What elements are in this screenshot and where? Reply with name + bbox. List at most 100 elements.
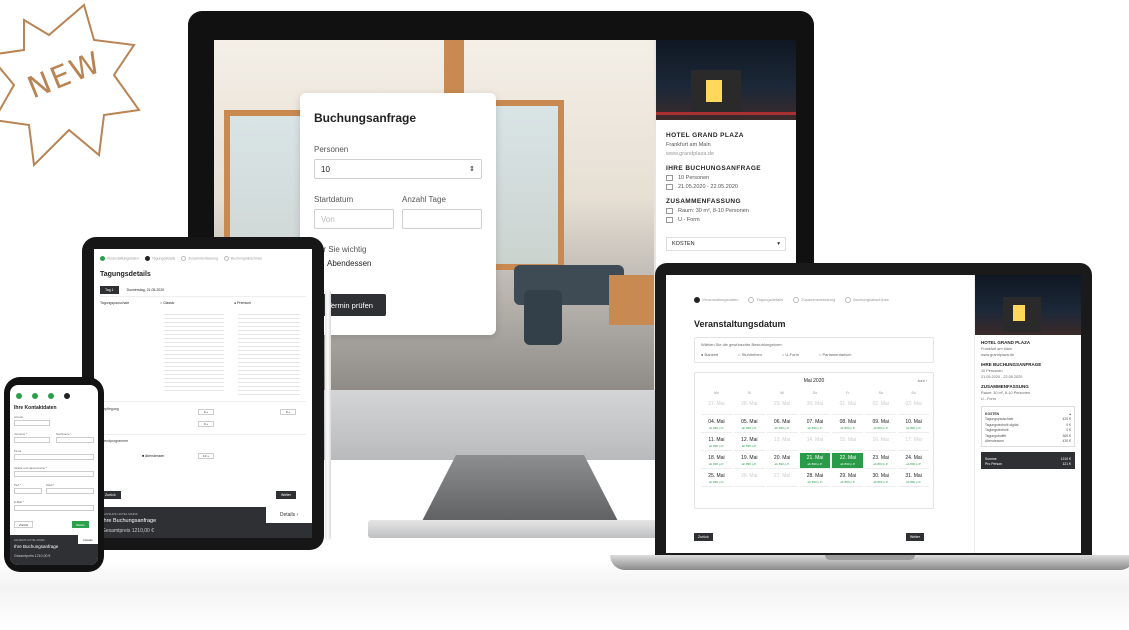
dinner-checkbox[interactable]: Abendessen (314, 259, 482, 268)
calendar-day[interactable]: 18. Mai ab 890 p.P. (701, 453, 732, 469)
radio-premium[interactable]: ● Premium (234, 301, 251, 305)
calendar-day[interactable]: 31. Mai ab 890 p.P. (898, 471, 929, 487)
phone-stepper (16, 393, 70, 399)
day-label: 18. Mai (708, 455, 725, 461)
days-input[interactable] (402, 209, 482, 229)
cost-row: Abendessen 430 € (985, 439, 1071, 443)
next-month-button[interactable]: Juni › (917, 378, 927, 383)
tablet-stepper: Veranstaltungsdaten Tagungsdetails Zusam… (100, 256, 262, 261)
calendar-day[interactable]: 30. Mai ab 890 p.P. (865, 471, 897, 487)
hotel-url[interactable]: www.grandplaza.de (666, 151, 786, 157)
dinner-checkbox[interactable]: ■ Abendessen (142, 454, 164, 458)
radio-parlamentarisch[interactable]: ○ Parlamentarisch (819, 352, 851, 357)
divider (100, 296, 306, 297)
back-button[interactable]: Zurück (694, 533, 713, 541)
floor-reflection (0, 560, 1129, 630)
calendar-day[interactable]: 08. Mai ab 890 p.P. (832, 417, 864, 433)
day-price: ab 890 p.P. (807, 462, 823, 466)
step-1[interactable]: Veranstaltungsdaten (100, 256, 139, 261)
step-4[interactable]: Buchungsabschluss (845, 297, 889, 303)
day-price: ab 890 p.P. (906, 462, 922, 466)
step-label: Veranstaltungsdaten (702, 297, 739, 303)
city-field[interactable] (46, 488, 94, 494)
next-button[interactable]: Weiter (72, 521, 89, 528)
important-label: Für Sie wichtig (314, 245, 367, 254)
day-label: 19. Mai (741, 455, 758, 461)
calendar-day: 29. Mai (766, 399, 798, 415)
calendar-day[interactable]: 11. Mai ab 890 p.P. (701, 435, 732, 451)
calendar-day[interactable]: 10. Mai ab 890 p.P. (898, 417, 929, 433)
next-button[interactable]: Weiter (906, 533, 925, 541)
calendar-day: 16. Mai (865, 435, 897, 451)
step-2[interactable]: Tagungsdetails (144, 256, 175, 261)
calendar-day[interactable]: 12. Mai ab 890 p.P. (733, 435, 765, 451)
quantity-stepper[interactable]: 0 + (280, 409, 296, 415)
calendar-day[interactable]: 09. Mai ab 890 p.P. (865, 417, 897, 433)
start-date-input[interactable]: Von (314, 209, 394, 229)
costs-dropdown[interactable]: KOSTEN ▾ (666, 237, 786, 251)
costs-panel[interactable]: KOSTEN ▴ Tagungspauschale 420 € Tagungstech… (981, 406, 1075, 447)
step-dot-icon[interactable] (48, 393, 54, 399)
calendar-day[interactable]: 07. Mai ab 890 p.P. (799, 417, 831, 433)
per-person-row: Pro Person 121 € (985, 462, 1071, 466)
step-4[interactable]: Buchungsabschluss (224, 256, 262, 261)
chevron-down-icon: ▾ (777, 241, 780, 247)
quantity-stepper[interactable]: 0 + (198, 421, 214, 427)
day-label: 26. Mai (741, 473, 758, 479)
footer-total: Gesamtpreis 1210,00 € (14, 554, 51, 558)
calendar-day[interactable]: 19. Mai ab 890 p.P. (733, 453, 765, 469)
zip-field[interactable] (14, 488, 42, 494)
persons-select[interactable]: 10 ⇕ (314, 159, 482, 179)
calendar-day[interactable]: 21. Mai ab 890 p.P. (799, 453, 831, 469)
salutation-select[interactable] (14, 420, 50, 426)
step-dot-icon[interactable] (32, 393, 38, 399)
hotel-image (656, 40, 796, 120)
hotel-city: Frankfurt am Main (666, 142, 711, 148)
radio-stuhlreihen[interactable]: ○ Stuhlreihen (738, 352, 762, 357)
lastname-label: Nachname * (56, 432, 72, 436)
calendar-day[interactable]: 24. Mai ab 890 p.P. (898, 453, 929, 469)
details-button[interactable]: Details (78, 535, 98, 544)
room-stool (524, 290, 562, 345)
hotel-url[interactable]: www.grandplaza.de (981, 353, 1075, 357)
calendar-day[interactable]: 22. Mai ab 890 p.P. (832, 453, 864, 469)
next-button[interactable]: Weiter (276, 491, 297, 499)
calendar-grid: Mo Di Mi Do Fr Sa So 27. Mai 28. Mai 29. Mai 30. M… (701, 391, 929, 487)
quantity-stepper[interactable]: 0 + (198, 409, 214, 415)
cost-label: Abendessen (985, 439, 1004, 443)
cost-row: Tagungstechnik digital 0 € (985, 423, 1071, 427)
radio-u-form[interactable]: ○ U-Form (782, 352, 799, 357)
company-field[interactable] (14, 454, 94, 460)
tab-date[interactable]: Donnerstag, 21.05.2020 (127, 288, 165, 292)
weekday-label: Mo (713, 391, 719, 395)
step-2[interactable]: Tagungsdetails (748, 297, 783, 303)
calendar-day[interactable]: 05. Mai ab 890 p.P. (733, 417, 765, 433)
calendar-day[interactable]: 28. Mai ab 890 p.P. (799, 471, 831, 487)
step-dot-icon[interactable] (64, 393, 70, 399)
email-field[interactable] (14, 505, 94, 511)
step-1[interactable]: Veranstaltungsdaten (694, 297, 738, 303)
calendar-day[interactable]: 04. Mai ab 890 p.P. (701, 417, 732, 433)
calendar-day[interactable]: 29. Mai ab 890 p.P. (832, 471, 864, 487)
calendar-day: 01. Mai (832, 399, 864, 415)
day-label: 08. Mai (839, 419, 857, 425)
radio-classic[interactable]: ○ Classic (160, 301, 174, 305)
step-3[interactable]: Zusammenfassung (793, 297, 835, 303)
step-3[interactable]: Zusammenfassung (181, 256, 218, 261)
tab-day-1[interactable]: Tag 1 (100, 286, 119, 294)
quantity-stepper[interactable]: 10 + (198, 453, 214, 459)
step-dot-icon[interactable] (16, 393, 22, 399)
day-price: ab 890 p.P. (840, 462, 856, 466)
calendar-day[interactable]: 06. Mai ab 890 p.P. (766, 417, 798, 433)
calendar-day[interactable]: 20. Mai ab 890 p.P. (766, 453, 798, 469)
option-label: U-Form (785, 352, 799, 357)
radio-bankett[interactable]: ● Bankett (701, 352, 718, 357)
lastname-field[interactable] (56, 437, 94, 443)
street-field[interactable] (14, 471, 94, 477)
calendar-day[interactable]: 25. Mai ab 890 p.P. (701, 471, 732, 487)
firstname-field[interactable] (14, 437, 50, 443)
step-label: Buchungsabschluss (231, 256, 263, 261)
back-button[interactable]: Zurück (14, 521, 34, 528)
details-button[interactable]: Details › (266, 507, 312, 523)
calendar-day[interactable]: 23. Mai ab 890 p.P. (865, 453, 897, 469)
